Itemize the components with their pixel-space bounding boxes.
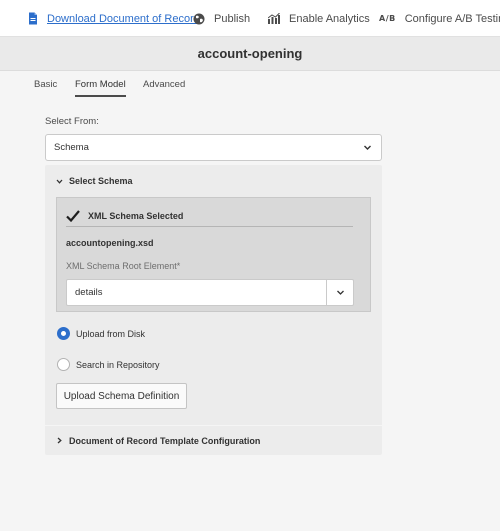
tab-form-model[interactable]: Form Model <box>75 79 126 97</box>
chevron-down-icon <box>56 178 63 185</box>
chevron-right-icon <box>56 437 63 444</box>
root-element-dropdown[interactable]: details <box>66 279 354 306</box>
radio-upload-from-disk-label: Upload from Disk <box>76 328 146 339</box>
select-schema-title: Select Schema <box>69 176 133 186</box>
title-bar: account-opening <box>0 37 500 71</box>
radio-button[interactable] <box>57 358 70 371</box>
checkmark-icon <box>66 210 80 222</box>
selected-schema-panel: XML Schema Selected accountopening.xsd X… <box>56 197 371 312</box>
tab-basic[interactable]: Basic <box>34 79 57 95</box>
select-schema-accordion: Select Schema XML Schema Selected accoun… <box>45 165 382 455</box>
radio-upload-from-disk[interactable]: Upload from Disk <box>57 327 145 340</box>
document-icon <box>28 12 38 25</box>
enable-analytics-action[interactable]: Enable Analytics <box>268 0 370 37</box>
download-dor-link[interactable]: Download Document of Record <box>47 13 200 25</box>
publish-action[interactable]: Publish <box>193 0 250 37</box>
configure-ab-testing-label: Configure A/B Testing <box>404 12 500 25</box>
select-from-dropdown[interactable]: Schema <box>45 134 382 161</box>
dor-template-config-title: Document of Record Template Configuratio… <box>69 435 261 446</box>
radio-search-in-repository[interactable]: Search in Repository <box>57 358 160 371</box>
select-schema-header[interactable]: Select Schema <box>56 176 133 186</box>
ab-testing-icon: A/B <box>379 14 396 23</box>
download-dor-action[interactable]: Download Document of Record <box>28 0 200 37</box>
radio-button-selected[interactable] <box>57 327 70 340</box>
schema-selected-row: XML Schema Selected <box>66 206 353 227</box>
root-element-label: XML Schema Root Element* <box>66 261 181 271</box>
schema-selected-text: XML Schema Selected <box>88 211 184 221</box>
tab-bar: Basic Form Model Advanced <box>0 71 500 98</box>
enable-analytics-label: Enable Analytics <box>289 12 370 25</box>
radio-search-in-repository-label: Search in Repository <box>76 359 160 370</box>
dor-template-config-header[interactable]: Document of Record Template Configuratio… <box>45 425 382 455</box>
top-toolbar: Download Document of Record Publish Enab… <box>0 0 500 37</box>
configure-ab-testing-action[interactable]: A/B Configure A/B Testing <box>379 0 500 37</box>
root-element-value: details <box>75 287 103 298</box>
chevron-down-icon[interactable] <box>336 288 345 300</box>
upload-schema-definition-button[interactable]: Upload Schema Definition <box>56 383 187 409</box>
select-from-label: Select From: <box>45 116 99 127</box>
page-title: account-opening <box>197 46 303 61</box>
chevron-down-icon <box>363 143 372 155</box>
publish-label: Publish <box>214 12 251 25</box>
globe-icon <box>193 13 205 25</box>
bar-chart-icon <box>268 13 280 24</box>
tab-advanced[interactable]: Advanced <box>143 79 185 95</box>
schema-file-name: accountopening.xsd <box>66 238 154 248</box>
select-from-value: Schema <box>54 142 89 153</box>
dropdown-divider <box>326 280 327 305</box>
